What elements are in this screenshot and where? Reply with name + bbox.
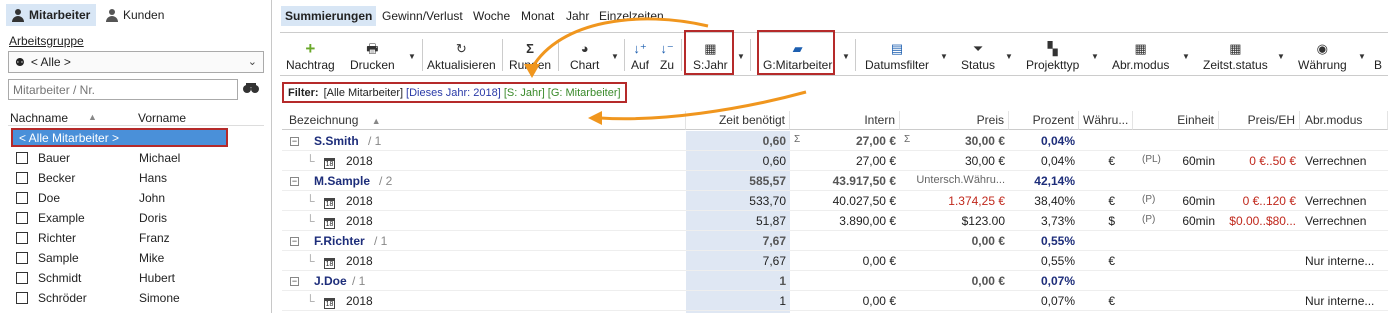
arrow-head <box>588 111 602 125</box>
annotation-arrows <box>524 17 807 125</box>
arrow-head <box>524 64 540 78</box>
